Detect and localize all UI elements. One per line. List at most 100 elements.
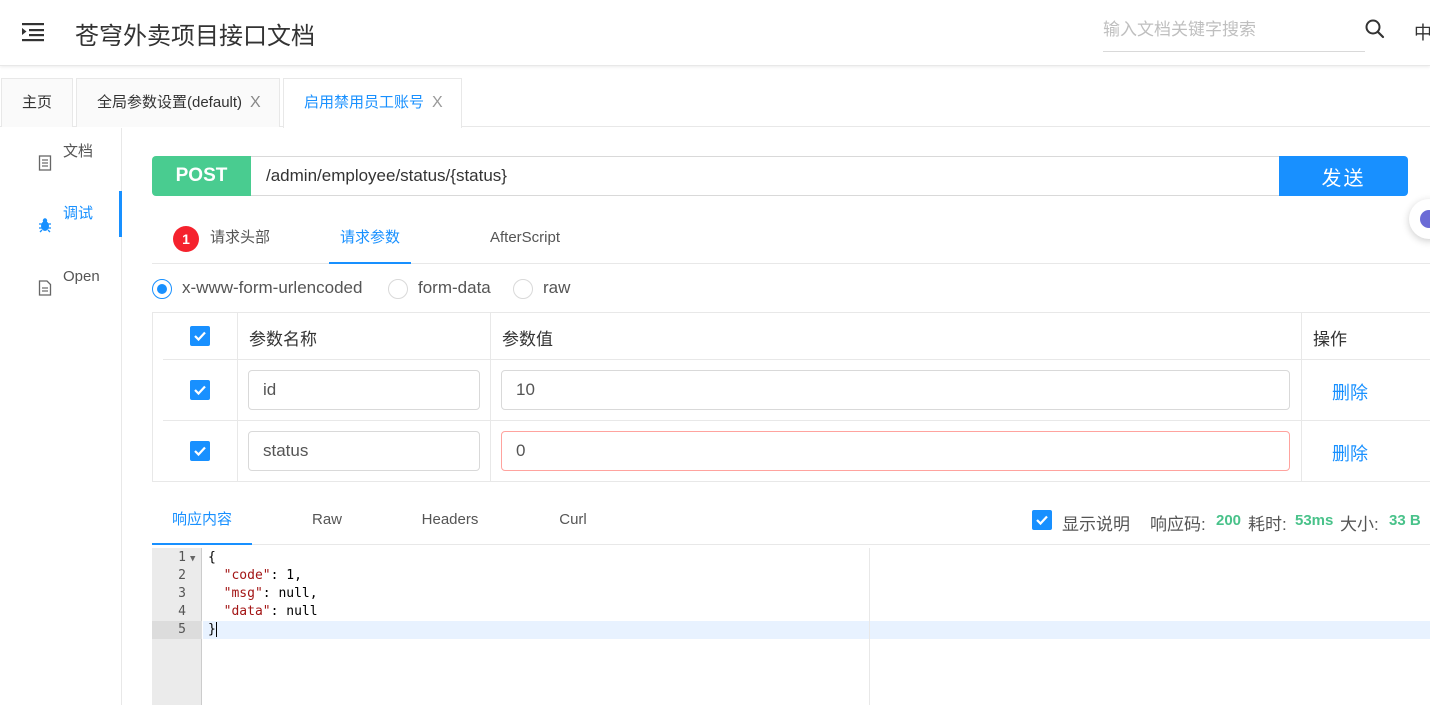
header-count-badge: 1 bbox=[173, 226, 199, 252]
tab-request-headers[interactable]: 请求头部 bbox=[210, 212, 270, 264]
search-box bbox=[1103, 14, 1365, 52]
radio-circle bbox=[513, 279, 533, 299]
line-number: 4 bbox=[178, 604, 186, 619]
url-input[interactable] bbox=[251, 156, 1280, 196]
json-key: "msg" bbox=[223, 586, 263, 601]
row-action-cell: 删除 bbox=[1302, 360, 1430, 420]
response-editor[interactable]: 1 ▼ 2 3 4 5 { "code": 1, "msg": null, "da… bbox=[152, 548, 1430, 705]
row-value-cell bbox=[491, 421, 1302, 482]
request-sub-tabs: 1 请求头部 请求参数 AfterScript bbox=[152, 212, 1430, 264]
param-value-input[interactable] bbox=[501, 370, 1290, 410]
delete-link[interactable]: 删除 bbox=[1332, 440, 1368, 466]
menu-collapse-icon[interactable] bbox=[20, 22, 46, 42]
select-all-checkbox[interactable] bbox=[190, 326, 210, 346]
sidebar-item-label: Open bbox=[63, 268, 100, 285]
param-name-input[interactable] bbox=[248, 431, 480, 471]
row-value-cell bbox=[491, 360, 1302, 420]
sidebar-item-debug[interactable]: 调试 bbox=[0, 191, 122, 237]
line-number: 1 ▼ bbox=[152, 549, 202, 567]
param-value-input[interactable] bbox=[501, 431, 1290, 471]
params-table: 参数名称 参数值 操作 删除 bbox=[152, 312, 1430, 482]
param-name-input[interactable] bbox=[248, 370, 480, 410]
table-row: 删除 bbox=[163, 360, 1430, 421]
tab-response-headers[interactable]: Headers bbox=[407, 497, 493, 545]
code-line: } bbox=[208, 622, 217, 637]
line-number: 2 bbox=[178, 568, 186, 583]
text-cursor bbox=[215, 622, 217, 637]
row-name-cell bbox=[238, 360, 491, 420]
method-badge: POST bbox=[152, 156, 251, 196]
response-tabs: 响应内容 Raw Headers Curl 显示说明 响应码: 200 耗时: … bbox=[152, 497, 1430, 545]
json-key: "data" bbox=[223, 604, 271, 619]
json-value: : null, bbox=[262, 586, 318, 601]
status-code-label: 响应码: bbox=[1150, 515, 1206, 534]
close-icon[interactable]: X bbox=[250, 79, 261, 127]
tab-request-params[interactable]: 请求参数 bbox=[329, 212, 411, 264]
json-value: : null bbox=[270, 604, 318, 619]
active-line-highlight bbox=[203, 621, 1430, 639]
column-header-name: 参数名称 bbox=[249, 330, 317, 349]
help-icon bbox=[1420, 210, 1430, 228]
side-nav: 文档 调试 Open bbox=[0, 128, 122, 705]
row-name-cell bbox=[238, 421, 491, 482]
response-size-label: 大小: bbox=[1340, 515, 1379, 534]
editor-gutter: 1 ▼ 2 3 4 5 bbox=[152, 548, 202, 705]
elapsed-time-label: 耗时: bbox=[1248, 515, 1287, 534]
send-button[interactable]: 发送 bbox=[1279, 156, 1408, 196]
json-value: : 1, bbox=[270, 568, 302, 583]
bug-icon bbox=[38, 206, 52, 233]
language-switch[interactable]: 中 bbox=[1414, 19, 1430, 45]
sidebar-item-label: 文档 bbox=[63, 143, 94, 160]
top-header: 苍穹外卖项目接口文档 中 bbox=[0, 0, 1430, 66]
tab-response-raw[interactable]: Raw bbox=[287, 497, 367, 545]
code-line: "msg": null, bbox=[208, 585, 318, 603]
header-name-cell: 参数名称 bbox=[238, 313, 491, 359]
code-line: { bbox=[208, 550, 216, 565]
tab-global-params[interactable]: 全局参数设置(default) X bbox=[76, 78, 280, 127]
radio-label: x-www-form-urlencoded bbox=[182, 278, 363, 297]
document-icon bbox=[38, 144, 52, 171]
fold-arrow-icon[interactable]: ▼ bbox=[190, 550, 195, 568]
tab-label: 启用禁用员工账号 bbox=[304, 94, 425, 111]
tab-response-content[interactable]: 响应内容 bbox=[152, 497, 252, 545]
table-header-row: 参数名称 参数值 操作 bbox=[163, 313, 1430, 360]
close-icon[interactable]: X bbox=[432, 79, 443, 127]
sidebar-item-label: 调试 bbox=[63, 205, 94, 222]
tab-response-curl[interactable]: Curl bbox=[542, 497, 604, 545]
row-check-cell bbox=[163, 421, 238, 482]
column-header-action: 操作 bbox=[1313, 330, 1347, 349]
code-line: "code": 1, bbox=[208, 567, 302, 585]
search-input[interactable] bbox=[1103, 14, 1353, 46]
row-checkbox[interactable] bbox=[190, 380, 210, 400]
tab-afterscript[interactable]: AfterScript bbox=[490, 212, 560, 264]
header-action-cell: 操作 bbox=[1302, 313, 1430, 359]
show-description-checkbox[interactable] bbox=[1032, 510, 1052, 530]
radio-label: raw bbox=[543, 278, 571, 297]
request-bar: POST 发送 bbox=[152, 156, 1408, 196]
tab-label: 全局参数设置(default) bbox=[97, 94, 243, 111]
print-margin bbox=[869, 548, 870, 705]
tab-enable-disable-employee[interactable]: 启用禁用员工账号 X bbox=[283, 78, 462, 128]
response-size-value: 33 B bbox=[1389, 512, 1421, 529]
sidebar-item-open[interactable]: Open bbox=[0, 254, 122, 300]
line-number: 5 bbox=[152, 621, 202, 639]
header-value-cell: 参数值 bbox=[491, 313, 1302, 359]
json-key: "code" bbox=[223, 568, 271, 583]
column-header-value: 参数值 bbox=[502, 330, 553, 349]
delete-link[interactable]: 删除 bbox=[1332, 379, 1368, 405]
line-number: 3 bbox=[178, 586, 186, 601]
app-title: 苍穹外卖项目接口文档 bbox=[75, 23, 315, 50]
tab-home[interactable]: 主页 bbox=[1, 78, 73, 127]
sidebar-item-docs[interactable]: 文档 bbox=[0, 129, 122, 175]
radio-circle bbox=[388, 279, 408, 299]
select-all-cell bbox=[163, 313, 238, 359]
radio-circle bbox=[152, 279, 172, 299]
table-row: 删除 bbox=[163, 421, 1430, 482]
search-icon[interactable] bbox=[1364, 18, 1386, 40]
status-code-value: 200 bbox=[1216, 512, 1242, 529]
tab-bar: 主页 全局参数设置(default) X 启用禁用员工账号 X bbox=[0, 78, 1430, 128]
row-check-cell bbox=[163, 360, 238, 420]
tab-label: 主页 bbox=[22, 94, 53, 111]
row-checkbox[interactable] bbox=[190, 441, 210, 461]
elapsed-time-value: 53ms bbox=[1295, 512, 1334, 529]
